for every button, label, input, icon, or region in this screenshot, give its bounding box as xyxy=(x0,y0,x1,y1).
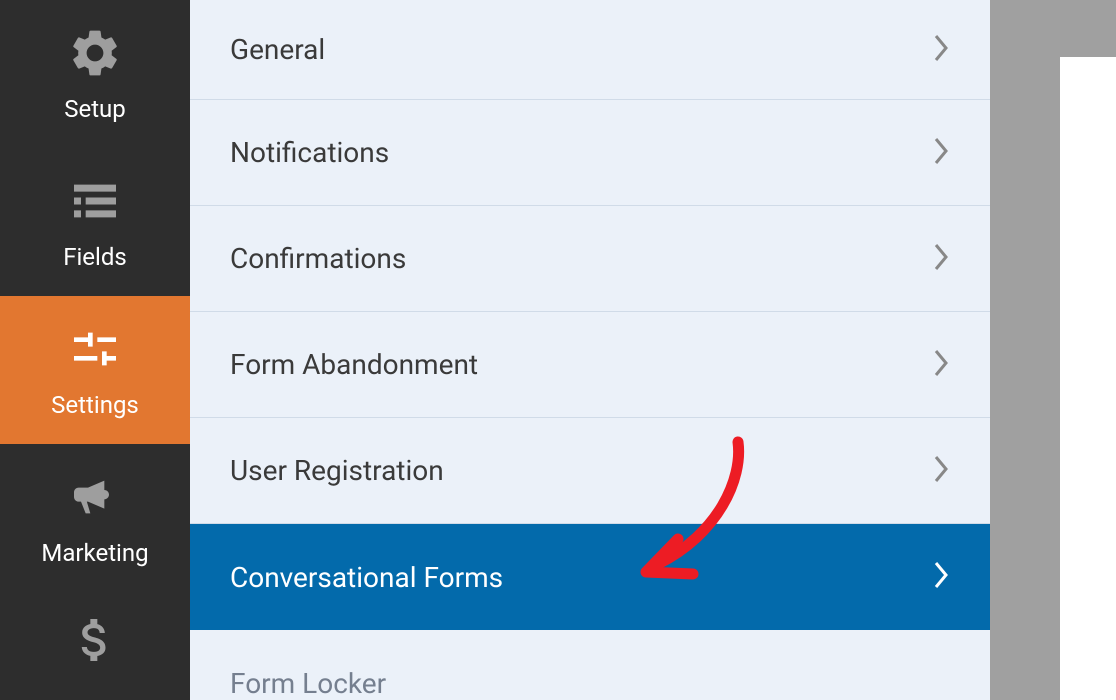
settings-row-form-locker[interactable]: Form Locker xyxy=(190,630,990,700)
settings-panel: General Notifications Confirmations Form… xyxy=(190,0,990,700)
chevron-right-icon xyxy=(934,137,950,169)
chevron-right-icon xyxy=(934,349,950,381)
chevron-right-icon xyxy=(934,34,950,66)
settings-row-label: Notifications xyxy=(230,136,389,169)
list-icon xyxy=(67,173,123,229)
sidebar-item-payments[interactable] xyxy=(0,592,190,682)
sidebar-item-fields[interactable]: Fields xyxy=(0,148,190,296)
settings-row-confirmations[interactable]: Confirmations xyxy=(190,206,990,312)
settings-row-notifications[interactable]: Notifications xyxy=(190,100,990,206)
chevron-right-icon xyxy=(934,561,950,593)
settings-row-general[interactable]: General xyxy=(190,0,990,100)
sidebar-item-settings[interactable]: Settings xyxy=(0,296,190,444)
settings-row-label: Conversational Forms xyxy=(230,561,503,594)
settings-row-form-abandonment[interactable]: Form Abandonment xyxy=(190,312,990,418)
settings-row-user-registration[interactable]: User Registration xyxy=(190,418,990,524)
sidebar-item-label: Settings xyxy=(51,391,139,419)
sidebar: Setup Fields Settings Marketing xyxy=(0,0,190,700)
settings-row-label: General xyxy=(230,33,325,66)
sidebar-item-label: Setup xyxy=(64,95,126,123)
settings-row-label: Form Locker xyxy=(230,667,386,700)
gear-icon xyxy=(67,25,123,81)
content-background xyxy=(1060,57,1116,700)
bullhorn-icon xyxy=(67,469,123,525)
dollar-icon xyxy=(67,612,123,668)
background-strip xyxy=(990,0,1116,700)
sidebar-item-setup[interactable]: Setup xyxy=(0,0,190,148)
chevron-right-icon xyxy=(934,455,950,487)
chevron-right-icon xyxy=(934,243,950,275)
settings-row-label: Confirmations xyxy=(230,242,406,275)
settings-row-label: Form Abandonment xyxy=(230,348,478,381)
settings-row-label: User Registration xyxy=(230,454,444,487)
sidebar-item-label: Fields xyxy=(63,243,127,271)
settings-row-conversational-forms[interactable]: Conversational Forms xyxy=(190,524,990,630)
sidebar-item-label: Marketing xyxy=(41,539,148,567)
sliders-icon xyxy=(67,321,123,377)
sidebar-item-marketing[interactable]: Marketing xyxy=(0,444,190,592)
